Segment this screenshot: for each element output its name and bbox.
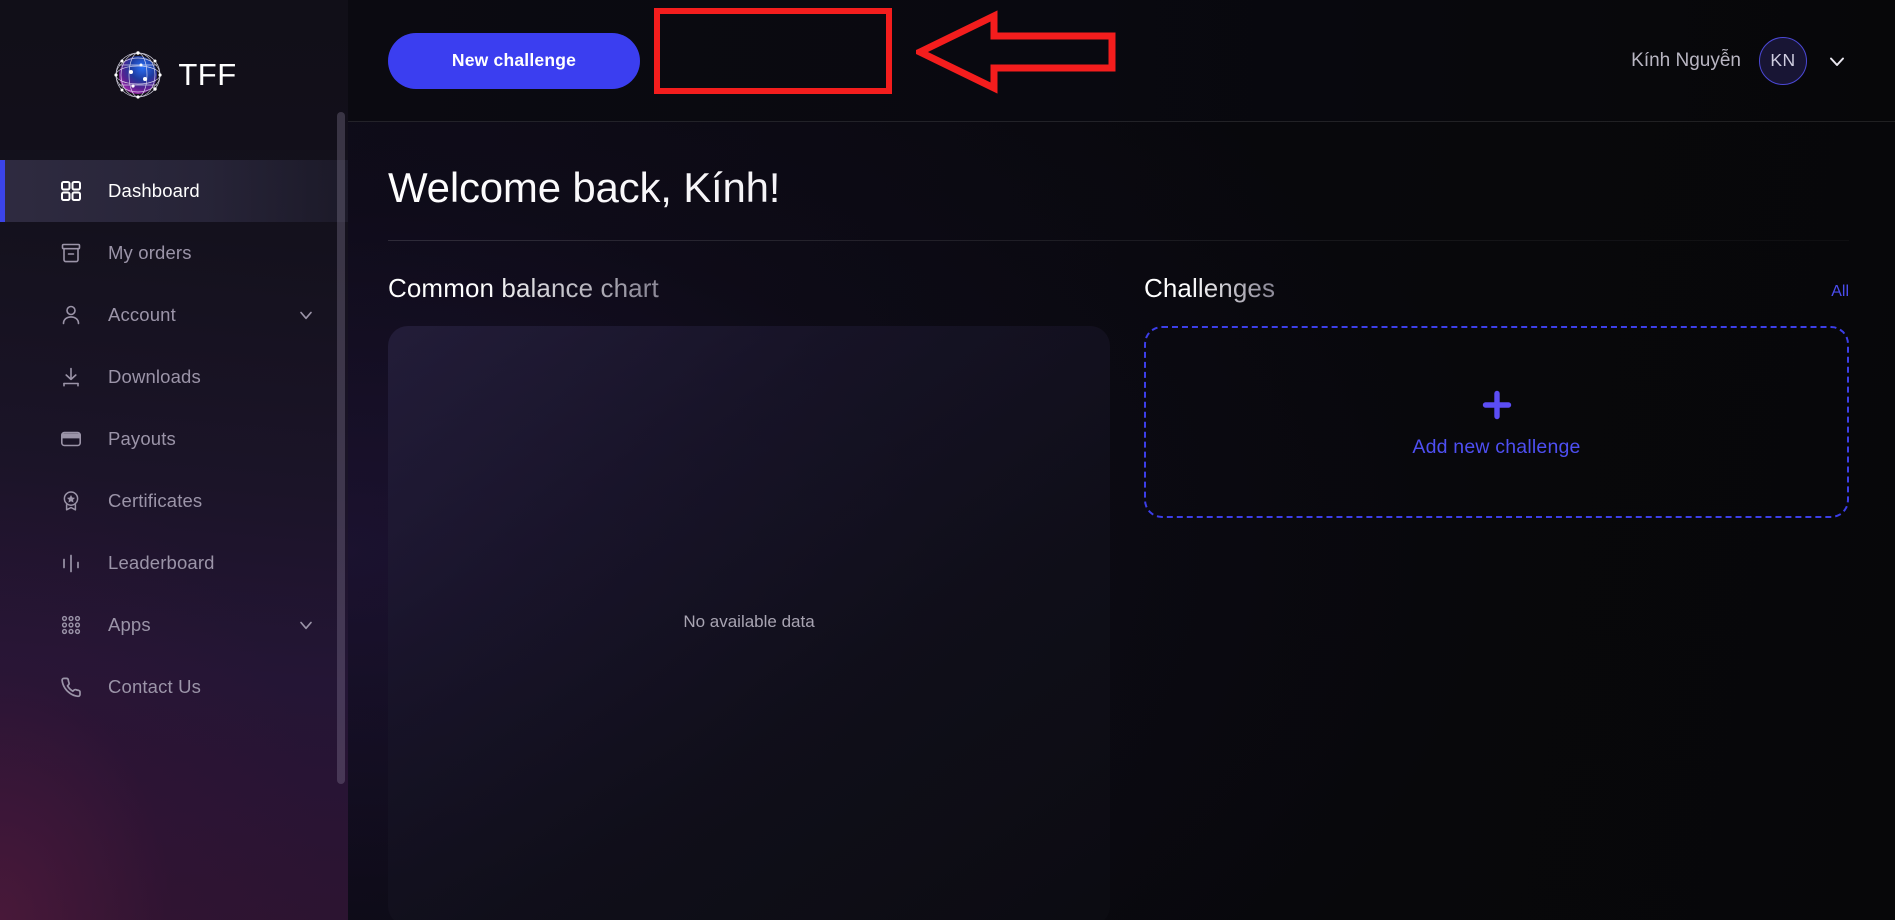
brand-logo[interactable]: TFF — [0, 0, 348, 150]
new-challenge-button[interactable]: New challenge — [388, 32, 640, 89]
sidebar-item-label: Leaderboard — [108, 552, 215, 573]
user-icon — [58, 302, 84, 328]
brand-name: TFF — [178, 57, 237, 92]
add-new-challenge-card[interactable]: Add new challenge — [1144, 326, 1849, 518]
challenges-section: Challenges All Add new challenge — [1144, 273, 1849, 920]
challenges-title: Challenges — [1144, 273, 1276, 303]
sidebar-item-label: Certificates — [108, 490, 203, 511]
chevron-down-icon[interactable] — [296, 305, 316, 325]
plus-icon — [1478, 386, 1516, 424]
chevron-down-icon[interactable] — [296, 615, 316, 635]
sidebar-scrollbar-thumb[interactable] — [337, 112, 345, 784]
sidebar-nav: Dashboard My orders Account Downloads Pa… — [0, 150, 348, 718]
sidebar-item-label: Downloads — [108, 366, 201, 387]
sidebar-item-contact-us[interactable]: Contact Us — [0, 656, 348, 718]
sidebar-item-leaderboard[interactable]: Leaderboard — [0, 532, 348, 594]
add-new-challenge-label: Add new challenge — [1412, 435, 1581, 458]
user-name: Kính Nguyễn — [1631, 49, 1741, 71]
challenges-header: Challenges All — [1144, 273, 1849, 304]
chart-empty-message: No available data — [683, 612, 815, 631]
sidebar-item-label: Account — [108, 304, 176, 325]
top-bar: New challenge Kính Nguyễn KN — [348, 0, 1895, 122]
sidebar-item-account[interactable]: Account — [0, 284, 348, 346]
sidebar-item-certificates[interactable]: Certificates — [0, 470, 348, 532]
grid-squares-icon — [58, 178, 84, 204]
sidebar-item-label: Dashboard — [108, 180, 200, 201]
balance-chart-panel: No available data — [388, 326, 1110, 920]
phone-icon — [58, 674, 84, 700]
page-title: Welcome back, Kính! — [388, 164, 1849, 218]
balance-chart-header: Common balance chart — [388, 273, 1110, 304]
sidebar-item-downloads[interactable]: Downloads — [0, 346, 348, 408]
sidebar-item-dashboard[interactable]: Dashboard — [0, 160, 348, 222]
sidebar-item-label: Payouts — [108, 428, 176, 449]
sidebar-item-label: Apps — [108, 614, 151, 635]
app-root: TFF Dashboard My orders Account Download… — [0, 0, 1895, 920]
sidebar-item-label: Contact Us — [108, 676, 202, 697]
sidebar-item-label: My orders — [108, 242, 192, 263]
box-archive-icon — [58, 240, 84, 266]
balance-chart-section: Common balance chart No available data — [388, 273, 1110, 920]
wallet-icon — [58, 426, 84, 452]
user-menu[interactable]: Kính Nguyễn KN — [1631, 36, 1849, 85]
globe-wireframe-icon — [111, 48, 165, 102]
sidebar-item-my-orders[interactable]: My orders — [0, 222, 348, 284]
header-divider — [388, 240, 1849, 241]
dots-grid-icon — [58, 612, 84, 638]
main-content: New challenge Kính Nguyễn KN Welcome bac… — [348, 0, 1895, 920]
avatar[interactable]: KN — [1759, 36, 1807, 85]
sidebar-item-payouts[interactable]: Payouts — [0, 408, 348, 470]
sidebar-item-apps[interactable]: Apps — [0, 594, 348, 656]
chevron-down-icon[interactable] — [1825, 49, 1849, 73]
award-badge-icon — [58, 488, 84, 514]
challenges-all-link[interactable]: All — [1831, 283, 1849, 304]
page-body: Welcome back, Kính! Common balance chart… — [348, 122, 1895, 920]
balance-chart-title: Common balance chart — [388, 273, 659, 303]
sidebar: TFF Dashboard My orders Account Download… — [0, 0, 348, 920]
download-icon — [58, 364, 84, 390]
dashboard-columns: Common balance chart No available data C… — [388, 273, 1849, 920]
bar-chart-icon — [58, 550, 84, 576]
